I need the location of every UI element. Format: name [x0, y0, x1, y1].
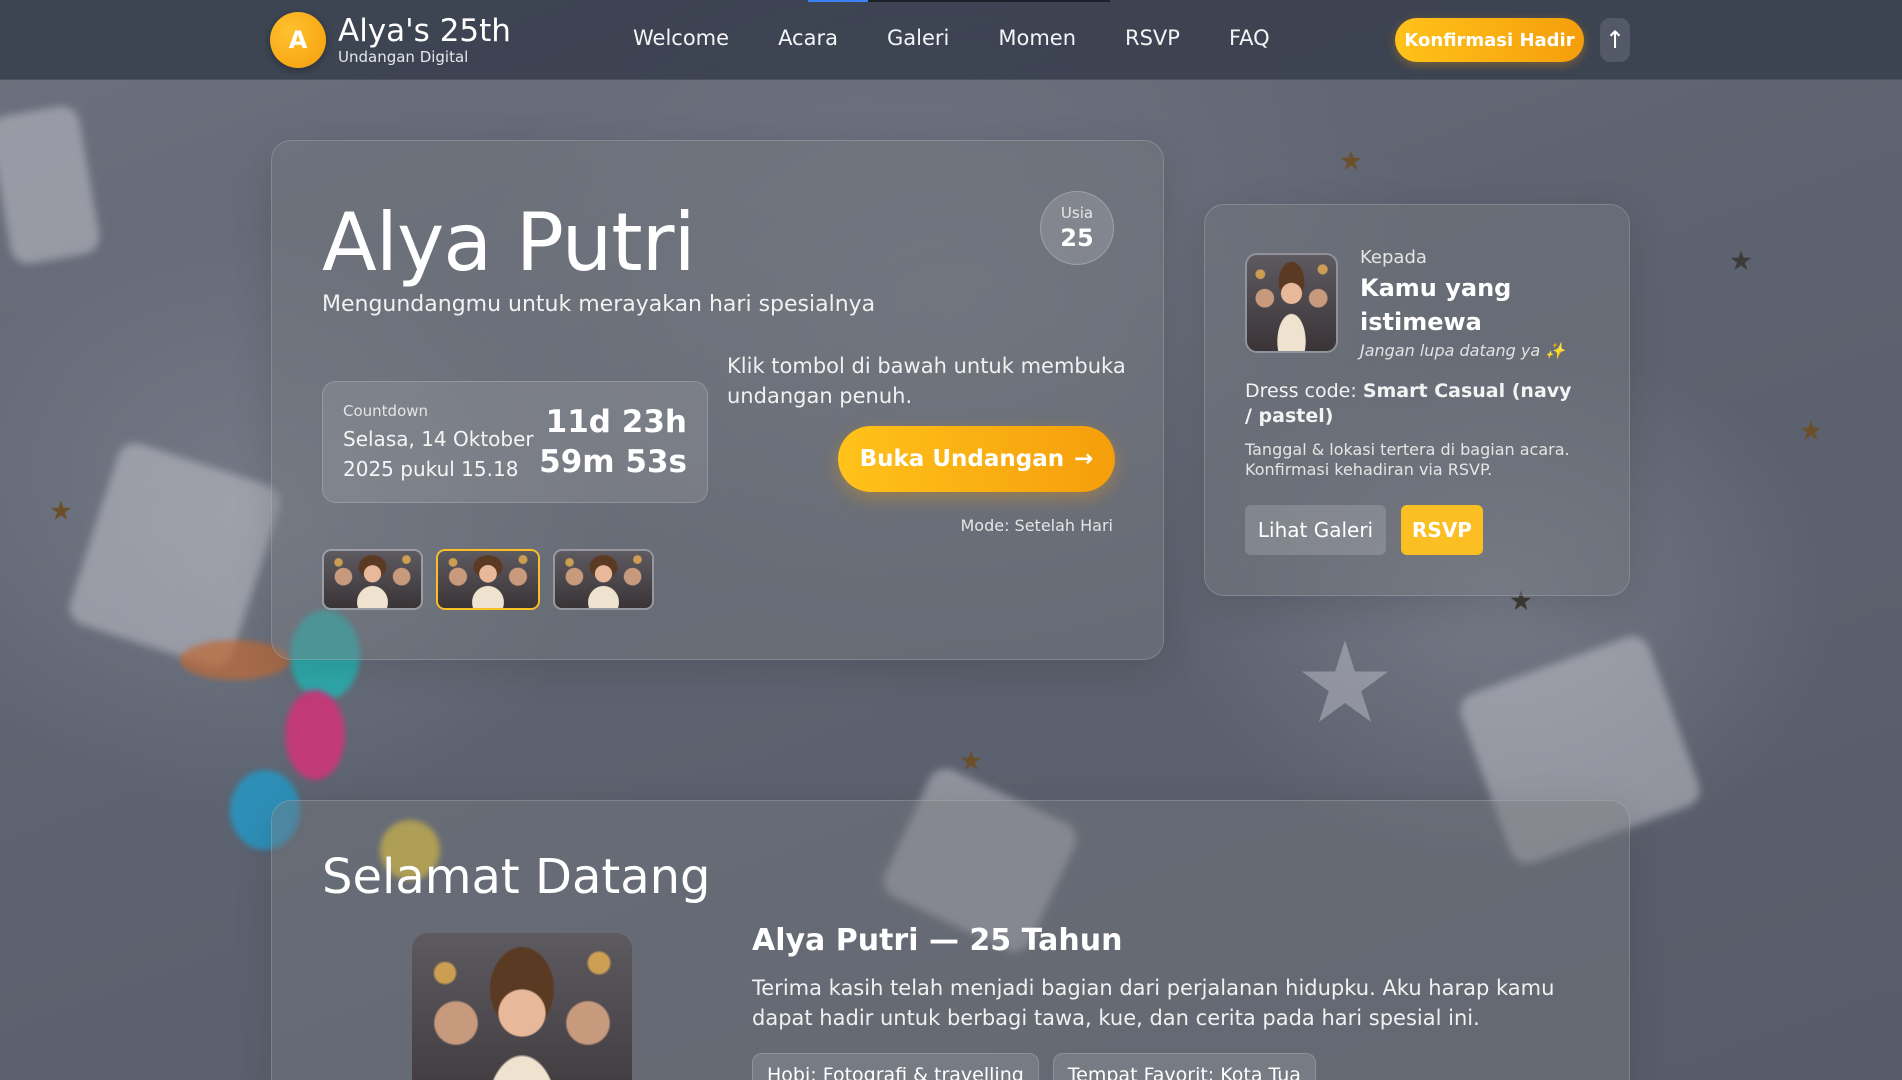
dress-code-label: Dress code: [1245, 380, 1357, 402]
countdown-box: Countdown Selasa, 14 Oktober 2025 pukul … [322, 381, 708, 503]
party-photo [324, 551, 421, 608]
hero-name: Alya Putri [322, 196, 696, 289]
countdown-minutes-seconds: 59m 53s [539, 444, 687, 480]
age-label: Usia [1060, 204, 1094, 222]
nav-acara[interactable]: Acara [778, 26, 838, 50]
welcome-photo [412, 933, 632, 1080]
reminder-note: Jangan lupa datang ya ✨ [1360, 341, 1566, 360]
scroll-top-button[interactable]: ↑ [1600, 18, 1630, 62]
party-photo [555, 551, 652, 608]
brand-logo: A [270, 12, 326, 68]
arrow-right-icon: → [1074, 446, 1094, 472]
open-hint: Klik tombol di bawah untuk membuka undan… [727, 354, 1126, 408]
arrow-up-icon: ↑ [1604, 26, 1626, 54]
hero-card: Alya Putri Mengundangmu untuk merayakan … [271, 140, 1164, 660]
nav-welcome[interactable]: Welcome [633, 26, 729, 50]
nav-rsvp[interactable]: RSVP [1125, 26, 1180, 50]
favorite-place-chip: Tempat Favorit: Kota Tua [1052, 1053, 1316, 1080]
welcome-section: Selamat Datang Alya Putri — 25 Tahun Ter… [271, 800, 1630, 1080]
brand-title: Alya's 25th [338, 12, 511, 49]
brand[interactable]: A Alya's 25th Undangan Digital [270, 12, 511, 68]
mode-label: Mode: Setelah Hari [960, 516, 1113, 535]
open-invitation-label: Buka Undangan [859, 446, 1065, 472]
guest-photo [1245, 253, 1338, 353]
countdown-date: Selasa, 14 Oktober 2025 pukul 15.18 [343, 427, 534, 481]
event-info-note: Tanggal & lokasi tertera di bagian acara… [1245, 440, 1570, 479]
invitation-card: Kepada Kamu yang istimewa Jangan lupa da… [1204, 204, 1630, 596]
dress-code: Dress code: Smart Casual (navy / pastel) [1245, 379, 1585, 429]
countdown-label: Countdown [343, 402, 429, 420]
to-label: Kepada [1360, 247, 1427, 268]
hero-tagline: Mengundangmu untuk merayakan hari spesia… [322, 292, 876, 317]
welcome-heading: Alya Putri — 25 Tahun [752, 923, 1123, 958]
top-navbar: A Alya's 25th Undangan Digital Welcome A… [0, 0, 1902, 80]
party-photo [438, 551, 538, 608]
nav-galeri[interactable]: Galeri [887, 26, 949, 50]
main-nav: Welcome Acara Galeri Momen RSVP FAQ [633, 26, 1270, 50]
open-invitation-button[interactable]: Buka Undangan → [838, 426, 1115, 492]
hobby-chip: Hobi: Fotografi & travelling [752, 1053, 1039, 1080]
rsvp-button[interactable]: RSVP [1401, 505, 1483, 555]
thumbnail-3[interactable] [553, 549, 654, 610]
thumbnail-1[interactable] [322, 549, 423, 610]
brand-subtitle: Undangan Digital [338, 47, 469, 66]
nav-momen[interactable]: Momen [998, 26, 1076, 50]
confirm-attendance-button[interactable]: Konfirmasi Hadir [1395, 18, 1584, 62]
view-gallery-button[interactable]: Lihat Galeri [1245, 505, 1386, 555]
countdown-days-hours: 11d 23h [545, 404, 687, 440]
thumbnail-2-active[interactable] [436, 549, 540, 610]
nav-faq[interactable]: FAQ [1229, 26, 1270, 50]
photo-thumbnails [322, 549, 654, 610]
party-photo [412, 933, 632, 1080]
welcome-title: Selamat Datang [322, 849, 711, 905]
countdown-timer: 11d 23h 59m 53s [539, 402, 687, 482]
age-badge: Usia 25 [1040, 191, 1114, 265]
info-chips: Hobi: Fotografi & travelling Tempat Favo… [752, 1053, 1316, 1080]
welcome-body: Terima kasih telah menjadi bagian dari p… [752, 976, 1555, 1030]
party-photo [1247, 255, 1336, 351]
guest-name: Kamu yang istimewa [1360, 274, 1512, 336]
age-value: 25 [1060, 224, 1094, 252]
scroll-progress-fill [808, 0, 868, 2]
